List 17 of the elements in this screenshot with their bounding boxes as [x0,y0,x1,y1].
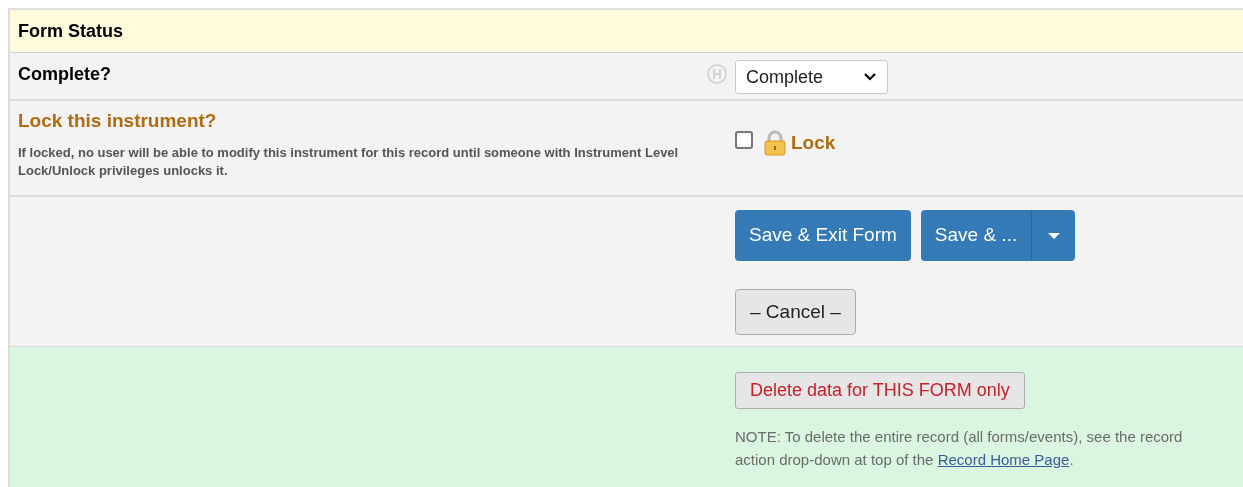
save-options-button[interactable]: Save & ... [920,210,1033,261]
status-dropdown[interactable]: Complete [735,60,888,94]
lock-label[interactable]: Lock [791,129,836,158]
field-label: Lock this instrument? [18,109,218,133]
lock-checkbox[interactable] [735,131,753,149]
caret-icon [1047,232,1060,239]
dropdown-toggle[interactable] [1032,210,1076,261]
delete-note: NOTE: To delete the entire record (all forms/events), see the record action drop-down at top of the Record Home Page. [735,427,1184,470]
section-title: Form Status [18,19,123,43]
delete-form-button[interactable]: Delete data for THIS FORM only [735,372,1025,409]
cancel-button[interactable]: – Cancel – [735,289,856,335]
field-description: If locked, no user will be able to modify this instrument for this record until someone with Instrument Level Lock/Unlock privileges unlocks it. [18,143,680,180]
save-exit-button[interactable]: Save & Exit Form [735,210,911,261]
chevron-down-icon [863,72,877,82]
field-label: Complete? [18,63,111,86]
padlock-icon [763,130,787,157]
record-home-link[interactable]: Record Home Page [937,451,1070,468]
